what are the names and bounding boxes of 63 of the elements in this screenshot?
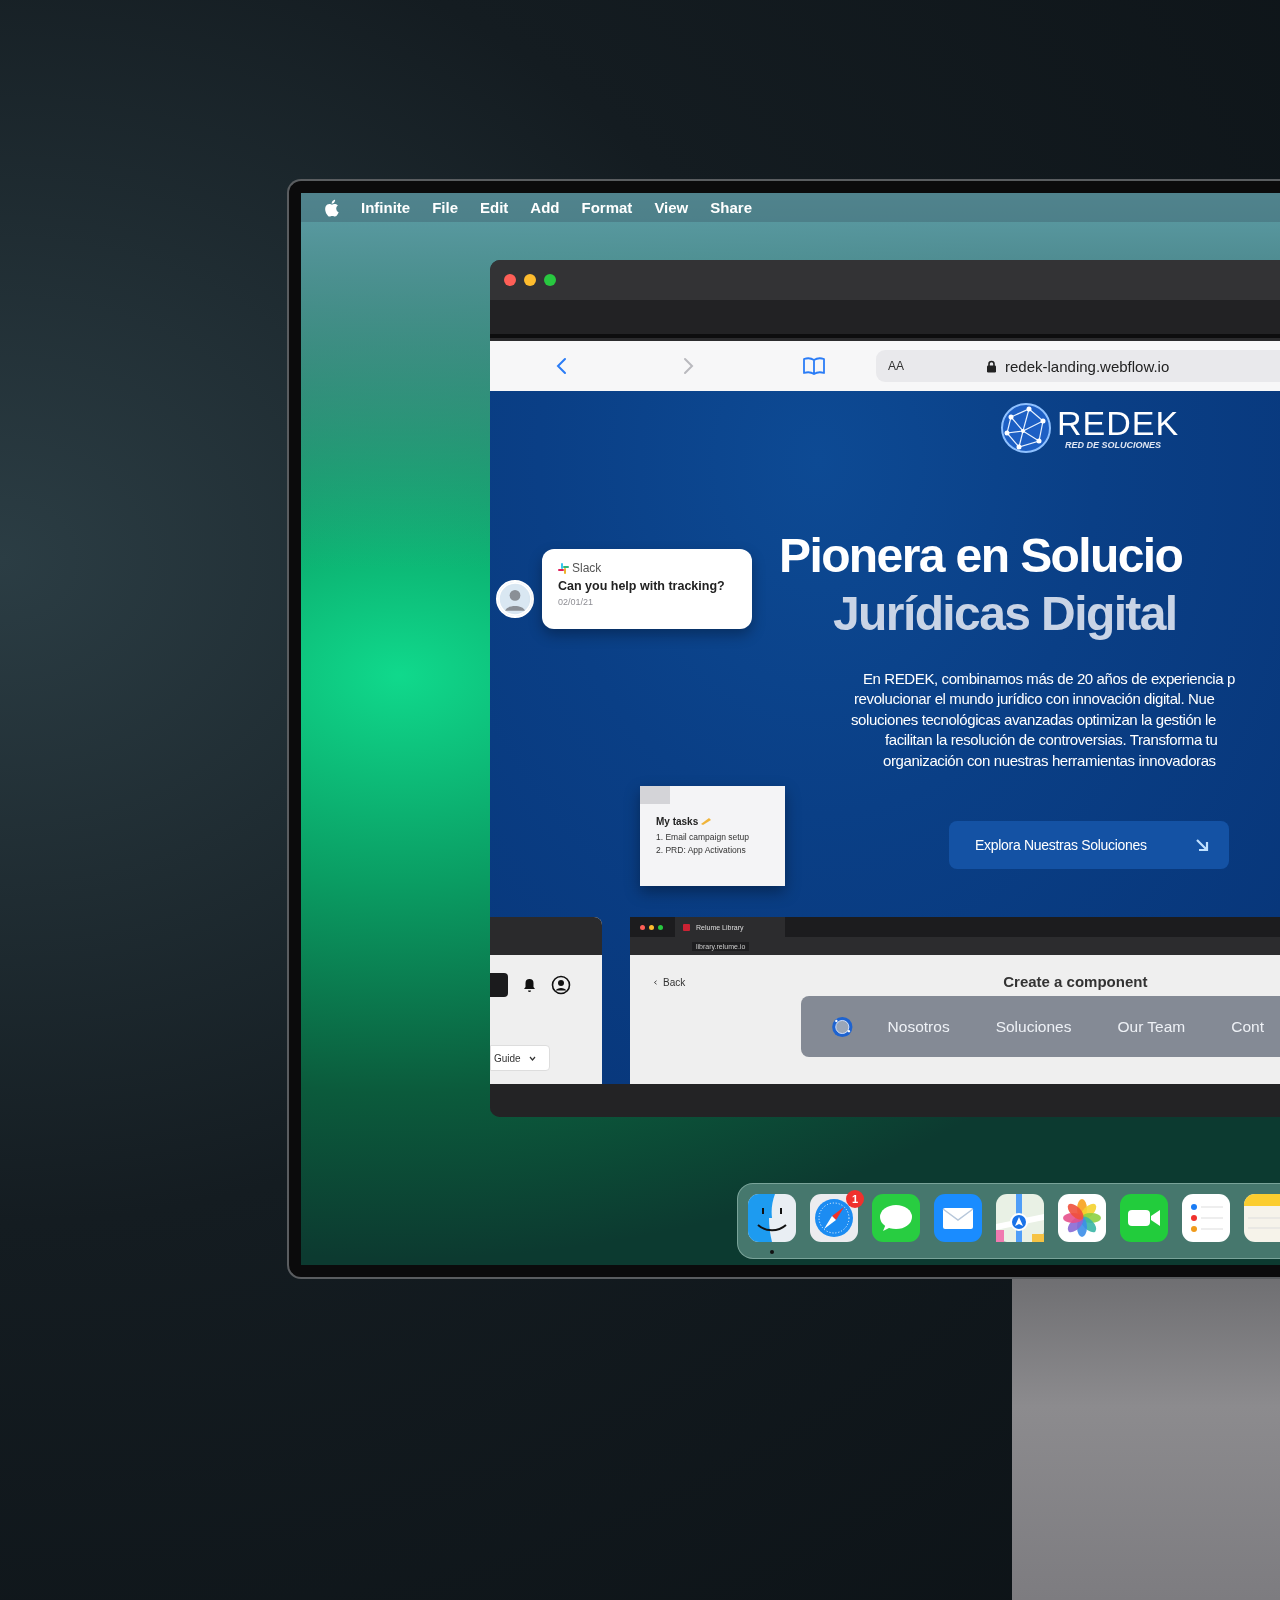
- menu-item[interactable]: Share: [710, 199, 752, 216]
- hash-logo-icon: [558, 562, 569, 574]
- paragraph-line: soluciones tecnológicas avanzadas optimizan la gestión le: [851, 709, 1216, 730]
- page-title: Create a component: [1003, 973, 1148, 990]
- window-control-dot: [658, 924, 663, 930]
- window-control-dot: [640, 924, 645, 930]
- book-icon[interactable]: [802, 356, 826, 376]
- nav-link[interactable]: Soluciones: [995, 1017, 1072, 1036]
- paragraph-line: facilitan la resolución de controversias. Transforma tu: [885, 730, 1218, 751]
- map-icon[interactable]: [996, 1194, 1044, 1242]
- notification-badge: 1: [846, 1190, 864, 1208]
- menu-item[interactable]: Edit: [480, 199, 509, 216]
- address-bar[interactable]: AA redek-landing.webflow.io: [876, 350, 1280, 382]
- logo-wordmark[interactable]: REDEK: [1057, 406, 1180, 440]
- message-date: 02/01/21: [558, 597, 595, 607]
- envelope-icon[interactable]: [934, 1194, 982, 1242]
- avatar-icon: [496, 580, 534, 618]
- task-item: 1. Email campaign setup: [656, 832, 751, 842]
- menu-item[interactable]: Format: [581, 199, 633, 216]
- nav-link[interactable]: Our Team: [1117, 1017, 1186, 1036]
- menu-item[interactable]: View: [654, 199, 689, 216]
- hero-heading-line: Pionera en Solucio: [779, 528, 1184, 584]
- bell-icon[interactable]: [522, 977, 537, 993]
- logo-tagline: RED DE SOLUCIONES: [1065, 440, 1162, 450]
- paragraph-line: revolucionar el mundo jurídico con innovación digital. Nue: [854, 689, 1215, 710]
- close-button[interactable]: [504, 274, 516, 286]
- user-icon[interactable]: [551, 975, 571, 995]
- note-title: My tasks: [656, 816, 699, 827]
- window-control-dot: [649, 924, 654, 930]
- lock-icon: [986, 359, 997, 373]
- paragraph-line: organización con nuestras herramientas innovadoras: [883, 750, 1216, 771]
- compass-icon[interactable]: [810, 1194, 858, 1242]
- video-camera-icon[interactable]: [1120, 1194, 1168, 1242]
- minimize-button[interactable]: [524, 274, 536, 286]
- notepad-icon[interactable]: [1244, 1194, 1280, 1242]
- back-link[interactable]: Back: [652, 977, 686, 988]
- app-name: Slack: [572, 561, 602, 575]
- url-text: redek-landing.webflow.io: [1005, 357, 1170, 375]
- arrow-down-right-icon: [1194, 838, 1209, 852]
- tab-favicon-icon: [683, 923, 690, 931]
- explore-solutions-button[interactable]: Explora Nuestras Soluciones: [949, 821, 1229, 869]
- apple-icon[interactable]: [323, 198, 339, 217]
- list-icon[interactable]: [1182, 1194, 1230, 1242]
- chevron-down-icon: [528, 1055, 536, 1061]
- guide-dropdown[interactable]: Guide: [490, 1045, 550, 1071]
- nav-link[interactable]: Cont: [1231, 1017, 1264, 1036]
- zoom-button[interactable]: [544, 274, 556, 286]
- menu-item[interactable]: File: [432, 199, 458, 216]
- pencil-icon: [701, 818, 712, 825]
- app-menu[interactable]: Infinite: [361, 199, 411, 216]
- speech-bubble-icon[interactable]: [872, 1194, 920, 1242]
- flower-icon[interactable]: [1058, 1194, 1106, 1242]
- menu-item[interactable]: Add: [530, 199, 560, 216]
- nav-link[interactable]: Nosotros: [887, 1017, 950, 1036]
- chevron-left-icon: [652, 980, 659, 985]
- paragraph-line: En REDEK, combinamos más de 20 años de experiencia p: [863, 669, 1235, 689]
- globe-logo-icon[interactable]: [999, 401, 1053, 455]
- message-text: Can you help with tracking?: [558, 579, 726, 593]
- text-size-button[interactable]: AA: [888, 359, 978, 373]
- tape-strip: [640, 786, 670, 804]
- task-item: 2. PRD: App Activations: [656, 845, 747, 855]
- hero-heading-line: Jurídicas Digital: [833, 586, 1178, 642]
- face-icon[interactable]: [748, 1194, 796, 1242]
